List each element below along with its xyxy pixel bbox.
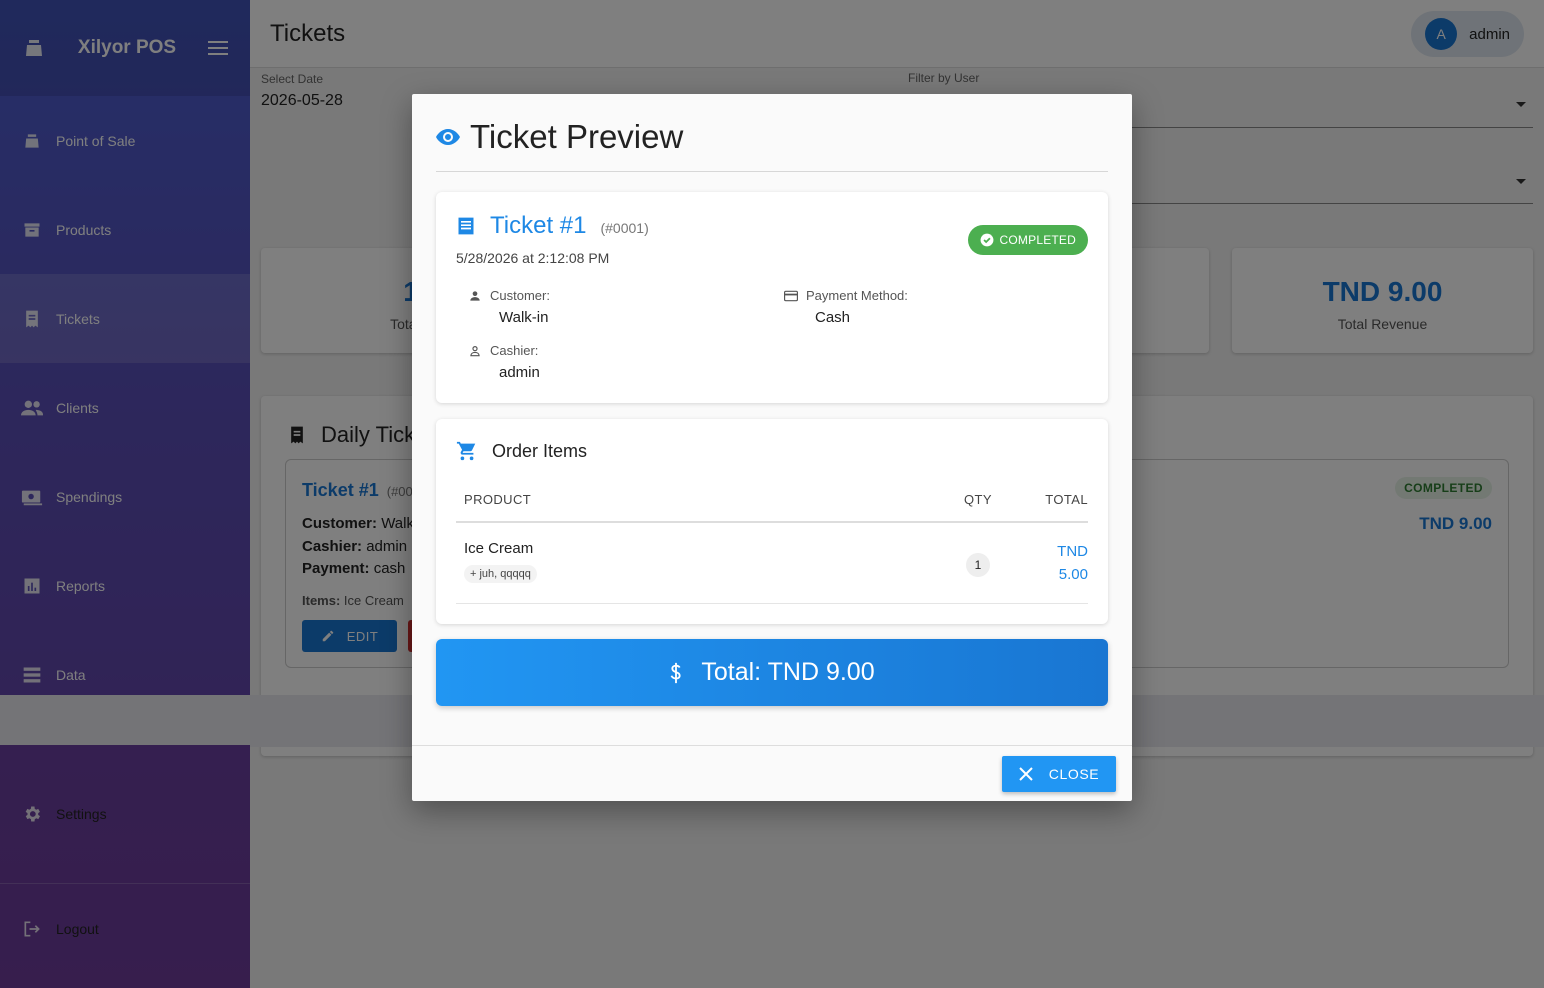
cashier-value: admin <box>499 364 540 381</box>
order-items-heading: Order Items <box>456 440 587 462</box>
eye-icon <box>436 129 460 145</box>
table-row-divider <box>456 603 1088 604</box>
close-label: CLOSE <box>1048 766 1100 782</box>
quantity-badge: 1 <box>966 553 990 577</box>
status-text: COMPLETED <box>999 233 1076 247</box>
dialog-footer-divider <box>412 745 1132 746</box>
column-header-total: TOTAL <box>1045 492 1088 507</box>
column-header-product: PRODUCT <box>464 492 532 507</box>
cashier-info: Cashier: admin <box>468 343 540 381</box>
total-amount: Total: TND 9.00 <box>701 658 875 686</box>
payment-info: Payment Method: Cash <box>784 288 908 326</box>
ticket-number: (#0001) <box>600 220 649 236</box>
receipt-icon <box>458 217 474 235</box>
status-badge: COMPLETED <box>967 225 1088 255</box>
order-items-card: Order Items PRODUCT QTY TOTAL Ice Cream … <box>436 419 1108 624</box>
ticket-info-card: Ticket #1 (#0001) 5/28/2026 at 2:12:08 P… <box>436 192 1108 403</box>
dialog-title: Ticket Preview <box>436 118 683 156</box>
customer-value: Walk-in <box>499 309 549 326</box>
customer-label: Customer: <box>490 288 550 303</box>
column-header-qty: QTY <box>964 492 992 507</box>
dialog-title-text: Ticket Preview <box>470 118 684 155</box>
payment-value: Cash <box>815 309 851 326</box>
divider <box>436 171 1108 172</box>
line-total: TND 5.00 <box>1028 540 1088 586</box>
line-total-amount: 5.00 <box>1058 566 1088 583</box>
product-name: Ice Cream <box>464 540 534 557</box>
ticket-title: Ticket #1 <box>490 212 587 239</box>
close-icon <box>1019 767 1033 781</box>
ticket-heading: Ticket #1 (#0001) <box>456 212 649 240</box>
credit-card-icon <box>784 290 798 301</box>
customer-info: Customer: Walk-in <box>468 288 550 326</box>
ticket-date: 5/28/2026 at 2:12:08 PM <box>456 250 610 266</box>
table-header-divider <box>456 521 1088 523</box>
payment-label: Payment Method: <box>806 288 908 303</box>
order-items-title: Order Items <box>492 440 588 461</box>
line-total-currency: TND <box>1057 543 1088 560</box>
person-icon <box>470 290 480 301</box>
product-extras-chip: + juh, qqqqq <box>464 565 537 583</box>
total-banner: Total: TND 9.00 <box>436 639 1108 706</box>
cashier-label: Cashier: <box>490 343 539 358</box>
dollar-icon <box>670 662 681 683</box>
close-button[interactable]: CLOSE <box>1002 756 1116 792</box>
cart-icon <box>456 441 476 461</box>
person-outline-icon <box>470 345 480 356</box>
check-circle-icon <box>980 233 993 247</box>
ticket-preview-dialog: Ticket Preview Ticket #1 (#0001) 5/28/20… <box>412 94 1132 801</box>
